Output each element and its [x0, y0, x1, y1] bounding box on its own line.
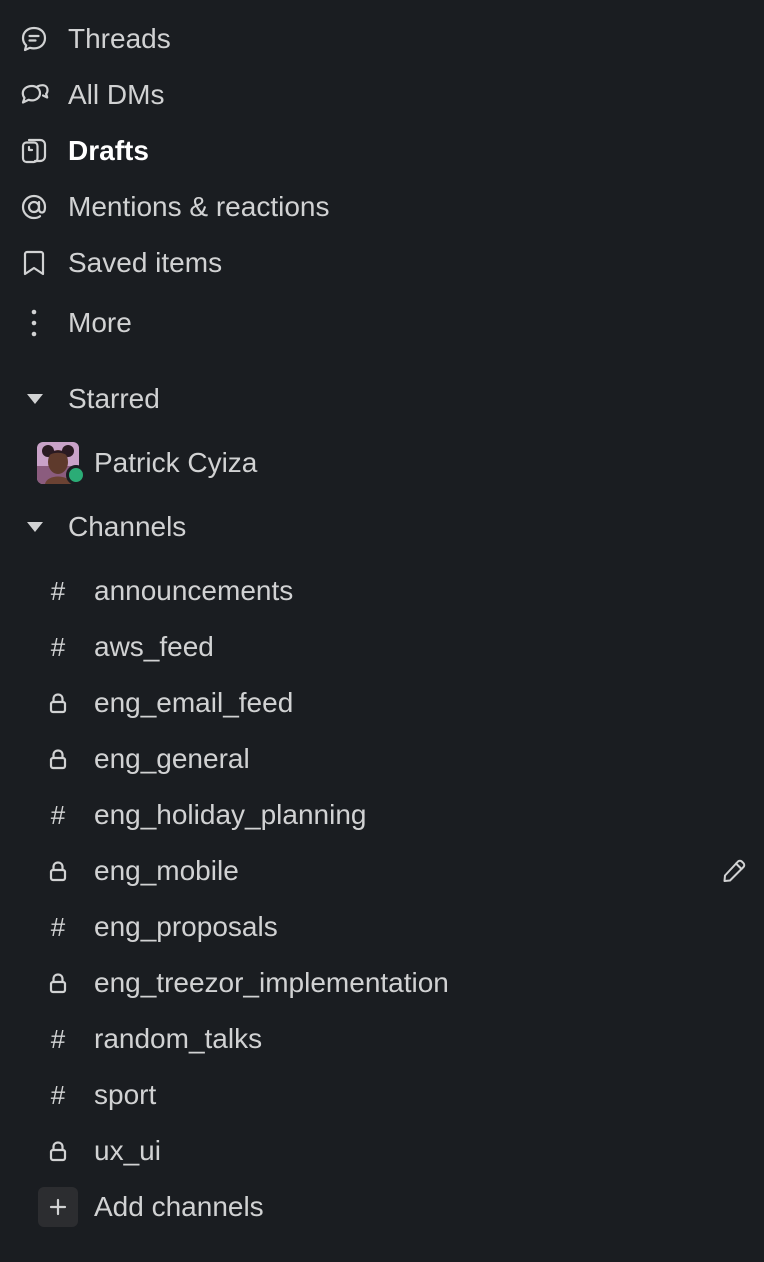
hash-icon: #: [50, 911, 66, 942]
channel-name: random_talks: [94, 1023, 263, 1054]
caret-down-icon: [26, 518, 44, 536]
drafts-icon: [18, 135, 50, 167]
channel-name: sport: [94, 1079, 157, 1110]
dm-name: Patrick Cyiza: [94, 447, 258, 478]
channel-item-eng-proposals[interactable]: # eng_proposals: [0, 901, 764, 953]
add-channels-label: Add channels: [94, 1191, 264, 1222]
channel-item-ux-ui[interactable]: ux_ui: [0, 1125, 764, 1177]
channel-name: eng_treezor_implementation: [94, 967, 449, 998]
sidebar-item-more[interactable]: More: [0, 297, 764, 349]
sidebar-item-all-dms[interactable]: All DMs: [0, 69, 764, 121]
dms-icon: [18, 79, 50, 111]
hash-icon: #: [50, 799, 66, 830]
sidebar-item-threads[interactable]: Threads: [0, 13, 764, 65]
sidebar-item-drafts[interactable]: Drafts: [0, 125, 764, 177]
sidebar-item-label: Drafts: [68, 135, 149, 166]
channel-item-eng-holiday-planning[interactable]: # eng_holiday_planning: [0, 789, 764, 841]
channel-name: aws_feed: [94, 631, 214, 662]
channel-item-eng-mobile[interactable]: eng_mobile: [0, 845, 764, 897]
threads-icon: [18, 23, 50, 55]
sidebar-item-mentions[interactable]: Mentions & reactions: [0, 181, 764, 233]
channel-item-aws-feed[interactable]: # aws_feed: [0, 621, 764, 673]
section-title: Starred: [68, 383, 160, 414]
more-vertical-icon: [18, 307, 50, 339]
channel-item-eng-general[interactable]: eng_general: [0, 733, 764, 785]
channel-name: announcements: [94, 575, 294, 606]
channel-name: eng_mobile: [94, 855, 239, 886]
lock-icon: [44, 857, 72, 885]
channel-name: eng_email_feed: [94, 687, 294, 718]
lock-icon: [44, 689, 72, 717]
section-header-channels[interactable]: Channels: [0, 501, 764, 553]
plus-icon: [38, 1187, 78, 1227]
add-channels-button[interactable]: Add channels: [0, 1181, 764, 1233]
caret-down-icon: [26, 390, 44, 408]
pencil-icon[interactable]: [720, 857, 748, 885]
hash-icon: #: [50, 1023, 66, 1054]
sidebar-item-saved[interactable]: Saved items: [0, 237, 764, 289]
channel-name: ux_ui: [94, 1135, 161, 1166]
lock-icon: [44, 969, 72, 997]
sidebar-item-label: All DMs: [68, 79, 165, 110]
at-icon: [18, 191, 50, 223]
sidebar: Threads All DMs Drafts Mentions & reacti…: [0, 0, 764, 1262]
channel-item-sport[interactable]: # sport: [0, 1069, 764, 1121]
hash-icon: #: [50, 1079, 66, 1110]
section-header-starred[interactable]: Starred: [0, 373, 764, 425]
presence-indicator: [66, 465, 86, 485]
hash-icon: #: [50, 631, 66, 662]
sidebar-item-label: Saved items: [68, 247, 223, 278]
lock-icon: [44, 1137, 72, 1165]
bookmark-icon: [18, 247, 50, 279]
channel-name: eng_proposals: [94, 911, 278, 942]
channel-item-announcements[interactable]: # announcements: [0, 565, 764, 617]
sidebar-item-label: Mentions & reactions: [68, 191, 330, 222]
channel-item-eng-treezor-implementation[interactable]: eng_treezor_implementation: [0, 957, 764, 1009]
hash-icon: #: [50, 575, 66, 606]
channel-item-eng-email-feed[interactable]: eng_email_feed: [0, 677, 764, 729]
channel-name: eng_general: [94, 743, 250, 774]
channel-item-random-talks[interactable]: # random_talks: [0, 1013, 764, 1065]
sidebar-item-label: Threads: [68, 23, 171, 54]
channel-name: eng_holiday_planning: [94, 799, 367, 830]
sidebar-item-label: More: [68, 307, 132, 338]
section-title: Channels: [68, 511, 187, 542]
lock-icon: [44, 745, 72, 773]
dm-item-patrick-cyiza[interactable]: Patrick Cyiza: [0, 435, 764, 491]
